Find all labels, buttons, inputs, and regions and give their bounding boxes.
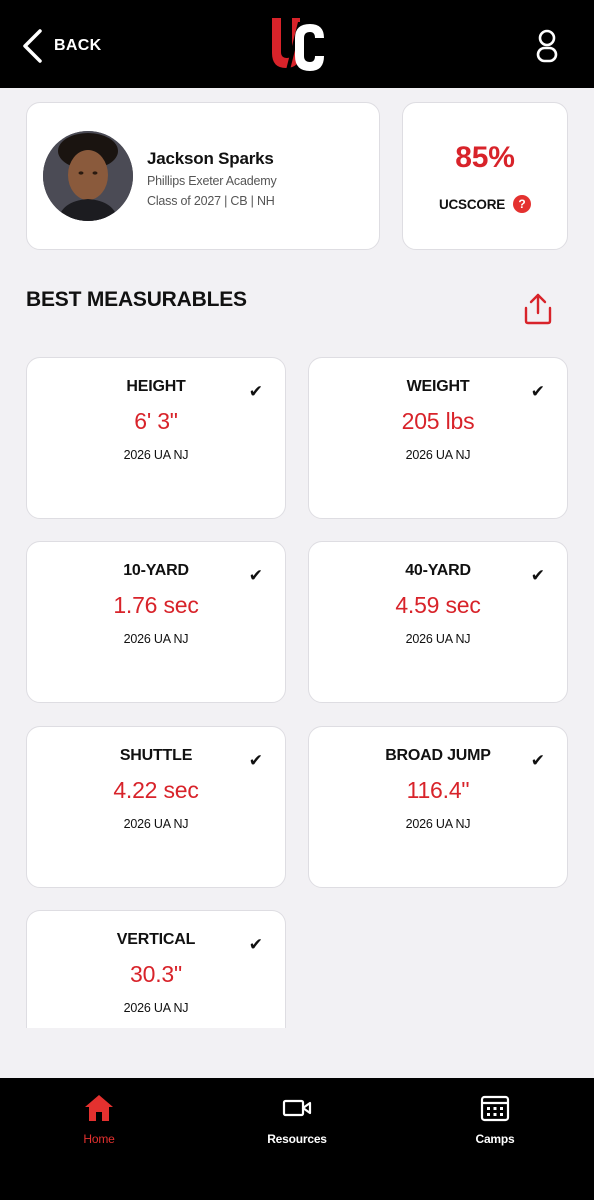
player-class-info: Class of 2027 | CB | NH [147,194,275,208]
measurable-title: 10-YARD [123,562,189,579]
measurable-value: 1.76 sec [113,592,199,618]
measurable-title: HEIGHT [126,378,186,395]
scroll-cutoff [0,1028,594,1078]
help-icon[interactable]: ? [513,195,532,213]
nav-resources[interactable]: Resources [237,1092,357,1146]
measurable-value: 30.3" [130,961,182,987]
share-icon[interactable] [522,292,554,326]
nav-label: Home [83,1132,115,1146]
nav-home[interactable]: Home [39,1092,159,1146]
measurable-card-height[interactable]: HEIGHT ✔ 6' 3" 2026 UA NJ [26,357,286,519]
measurable-event: 2026 UA NJ [123,632,189,646]
player-school: Phillips Exeter Academy [147,174,277,188]
measurable-card-broad-jump[interactable]: BROAD JUMP ✔ 116.4" 2026 UA NJ [308,726,568,888]
bottom-nav: Home Resources Camps [0,1078,594,1200]
chevron-left-icon [23,29,42,63]
measurable-card-weight[interactable]: WEIGHT ✔ 205 lbs 2026 UA NJ [308,357,568,519]
nav-label: Camps [475,1132,515,1146]
ucscore-label-row: UCSCORE ? [403,195,567,213]
measurable-event: 2026 UA NJ [123,817,189,831]
measurable-title: BROAD JUMP [385,747,491,764]
measurable-value: 205 lbs [401,408,475,434]
check-icon: ✔ [248,382,263,401]
measurable-title: SHUTTLE [119,747,193,764]
measurable-event: 2026 UA NJ [405,817,471,831]
nav-camps[interactable]: Camps [435,1092,555,1146]
measurable-title: 40-YARD [405,562,471,579]
measurable-event: 2026 UA NJ [405,632,471,646]
measurable-value: 116.4" [406,777,470,803]
check-icon: ✔ [248,935,263,954]
check-icon: ✔ [248,566,263,585]
measurable-value: 6' 3" [134,408,178,434]
avatar [43,131,133,221]
section-title: BEST MEASURABLES [26,288,247,311]
profile-icon[interactable] [530,28,564,64]
measurable-value: 4.59 sec [395,592,481,618]
measurable-card-40-yard[interactable]: 40-YARD ✔ 4.59 sec 2026 UA NJ [308,541,568,703]
back-button[interactable]: BACK [20,26,101,66]
home-icon [85,1095,113,1121]
player-profile-card[interactable]: Jackson Sparks Phillips Exeter Academy C… [26,102,380,250]
measurable-event: 2026 UA NJ [123,448,189,462]
check-icon: ✔ [530,751,545,770]
measurable-event: 2026 UA NJ [123,1001,189,1015]
nav-label: Resources [267,1132,327,1146]
ucscore-card: 85% UCSCORE ? [402,102,568,250]
calendar-icon [480,1095,510,1122]
measurable-title: VERTICAL [116,931,196,948]
measurable-event: 2026 UA NJ [405,448,471,462]
check-icon: ✔ [530,382,545,401]
player-name: Jackson Sparks [147,149,274,168]
ucscore-value: 85% [455,141,515,174]
check-icon: ✔ [530,566,545,585]
uc-logo [272,18,324,71]
measurable-card-10-yard[interactable]: 10-YARD ✔ 1.76 sec 2026 UA NJ [26,541,286,703]
back-label: BACK [54,37,102,54]
measurable-card-shuttle[interactable]: SHUTTLE ✔ 4.22 sec 2026 UA NJ [26,726,286,888]
check-icon: ✔ [248,751,263,770]
ucscore-label: UCSCORE [438,196,506,212]
video-icon [282,1099,312,1117]
top-bar: BACK [0,0,594,88]
measurable-title: WEIGHT [406,378,470,395]
measurable-value: 4.22 sec [113,777,199,803]
